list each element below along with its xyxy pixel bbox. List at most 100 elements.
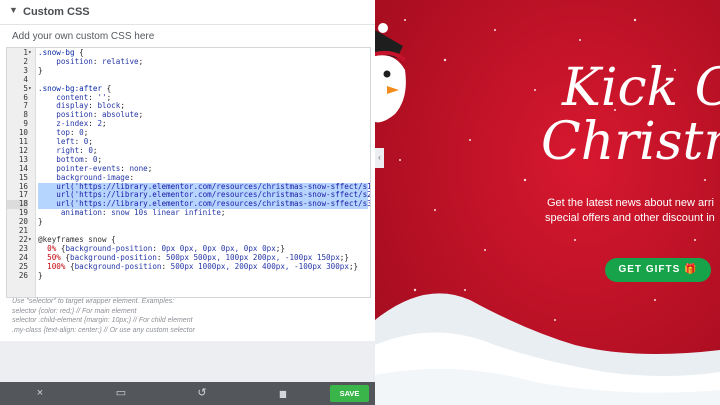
fold-toggle-icon[interactable]: ▾: [28, 85, 35, 94]
code-token: {: [74, 48, 84, 57]
css-field-label: Add your own custom CSS here: [12, 31, 155, 42]
code-token: ;}: [275, 243, 285, 253]
fold-toggle-icon[interactable]: ▾: [28, 49, 35, 58]
code-text: }: [38, 271, 43, 281]
code-text: 100% {background-position: 500px 1000px,…: [38, 261, 359, 272]
section-header-custom-css[interactable]: ▼ Custom CSS: [0, 0, 375, 25]
code-token: 500px 500px, 100px 200px, -100px 150px: [166, 252, 340, 262]
caret-down-icon[interactable]: ▼: [9, 5, 18, 15]
code-token: :: [79, 145, 89, 155]
code-text: }: [38, 65, 43, 76]
subtitle-line: Get the latest news about new arri: [547, 197, 714, 209]
help-line: selector {color: red;} // For main eleme…: [12, 307, 137, 315]
save-button[interactable]: SAVE: [330, 385, 369, 402]
code-token: ;: [97, 154, 103, 164]
code-token: .snow-bg:after: [38, 83, 103, 93]
code-token: url('https://library.elementor.com/resou…: [38, 181, 371, 191]
code-token: {: [60, 252, 71, 262]
line-number: 26: [18, 270, 28, 280]
responsive-mode-icon[interactable]: ▭: [101, 382, 141, 405]
code-token: ;: [220, 208, 226, 218]
code-token: left: [38, 137, 75, 146]
code-token: ;}: [348, 261, 359, 271]
code-token: }: [38, 217, 43, 227]
code-token: content: [38, 92, 89, 102]
code-token: url('https://library.elementor.com/resou…: [38, 199, 371, 209]
code-token: display: [38, 101, 89, 111]
code-token: :: [92, 110, 103, 120]
code-token: ;: [83, 128, 89, 138]
code-text: position: relative;: [38, 56, 144, 67]
headline-christmas: Christma: [541, 112, 720, 172]
code-line[interactable]: 19 animation: snow 10s linear infinite;: [7, 208, 370, 218]
code-token: animation: [38, 208, 103, 218]
close-icon[interactable]: ×: [20, 382, 60, 405]
editor-panel: ▼ Custom CSS Add your own custom CSS her…: [0, 0, 375, 405]
code-token: z-index: [38, 119, 89, 129]
code-token: background-image: [38, 172, 130, 182]
code-token: }: [38, 65, 43, 75]
code-token: :: [74, 137, 84, 146]
code-line[interactable]: 25 100% {background-position: 500px 1000…: [7, 261, 370, 272]
code-token: position: [38, 110, 93, 120]
code-token: @keyframes snow: [38, 234, 107, 244]
get-gifts-button[interactable]: GET GIFTS 🎁: [605, 258, 711, 282]
code-token: url('https://library.elementor.com/resou…: [38, 190, 371, 200]
code-token: 100%: [38, 261, 66, 271]
help-line: Use "selector" to target wrapper element…: [12, 298, 175, 305]
code-token: background-position: [70, 252, 157, 262]
code-token: :: [161, 261, 171, 271]
code-token: ;}: [339, 252, 349, 262]
css-code-editor[interactable]: 1 ▾ .snow-bg {2 position: relative; 3} 4 5 ▾ .s…: [6, 47, 371, 298]
code-token: '': [97, 92, 107, 102]
code-token: background-position: [74, 261, 162, 271]
code-token: none: [129, 163, 148, 173]
code-token: right: [38, 145, 80, 155]
code-token: ;: [147, 163, 153, 173]
code-token: position: [38, 56, 93, 66]
code-token: .snow-bg: [38, 48, 75, 57]
code-token: 50%: [38, 252, 61, 262]
code-token: :: [102, 208, 112, 218]
code-token: :: [83, 154, 93, 164]
code-token: absolute: [102, 110, 139, 120]
code-line[interactable]: 20}: [7, 217, 370, 227]
code-line[interactable]: 2 position: relative;: [7, 56, 370, 67]
code-token: ;: [88, 137, 93, 146]
code-token: :: [129, 172, 135, 182]
code-token: ;: [92, 145, 98, 155]
code-token: {: [65, 261, 75, 271]
code-token: ;: [102, 119, 107, 129]
code-token: background-position: [65, 243, 153, 253]
custom-css-section: Add your own custom CSS here 1 ▾ .snow-bg …: [0, 25, 375, 341]
headline-kick-off: Kick Of: [562, 58, 720, 118]
code-token: bottom: [38, 154, 84, 164]
css-help-text: Use "selector" to target wrapper element…: [12, 297, 362, 335]
subtitle-line: special offers and other discount in: [545, 212, 715, 224]
history-icon[interactable]: ↺: [182, 382, 222, 405]
code-token: snow 10s linear infinite: [111, 208, 221, 218]
code-token: ;: [138, 110, 144, 120]
code-token: :: [70, 128, 80, 138]
fold-toggle-icon[interactable]: ▾: [28, 236, 35, 245]
code-token: :: [92, 56, 103, 66]
code-text: animation: snow 10s linear infinite;: [38, 208, 226, 218]
code-token: top: [38, 128, 71, 138]
code-line[interactable]: 26}: [7, 270, 370, 281]
code-token: :: [156, 252, 167, 262]
navigator-folder-icon[interactable]: ▆: [263, 382, 303, 405]
code-token: relative: [102, 56, 139, 66]
code-token: {: [106, 234, 116, 244]
code-text: }: [38, 217, 43, 227]
help-line: selector .child-element {margin: 10px;} …: [12, 317, 193, 324]
code-token: ;: [120, 101, 125, 111]
code-token: {: [102, 83, 112, 93]
page-preview: Kick Of Christma Get the latest news abo…: [375, 0, 720, 405]
panel-footer: × ▭ ↺ ▆ SAVE: [0, 382, 375, 405]
code-line[interactable]: 3}: [7, 65, 370, 76]
collapse-panel-icon[interactable]: ‹: [375, 148, 384, 168]
code-token: ;: [138, 56, 144, 66]
section-title: Custom CSS: [23, 6, 90, 18]
code-token: 500px 1000px, 200px 400px, -100px 300px: [170, 261, 349, 271]
help-line: .my-class {text-align: center;} // Or us…: [12, 326, 195, 334]
